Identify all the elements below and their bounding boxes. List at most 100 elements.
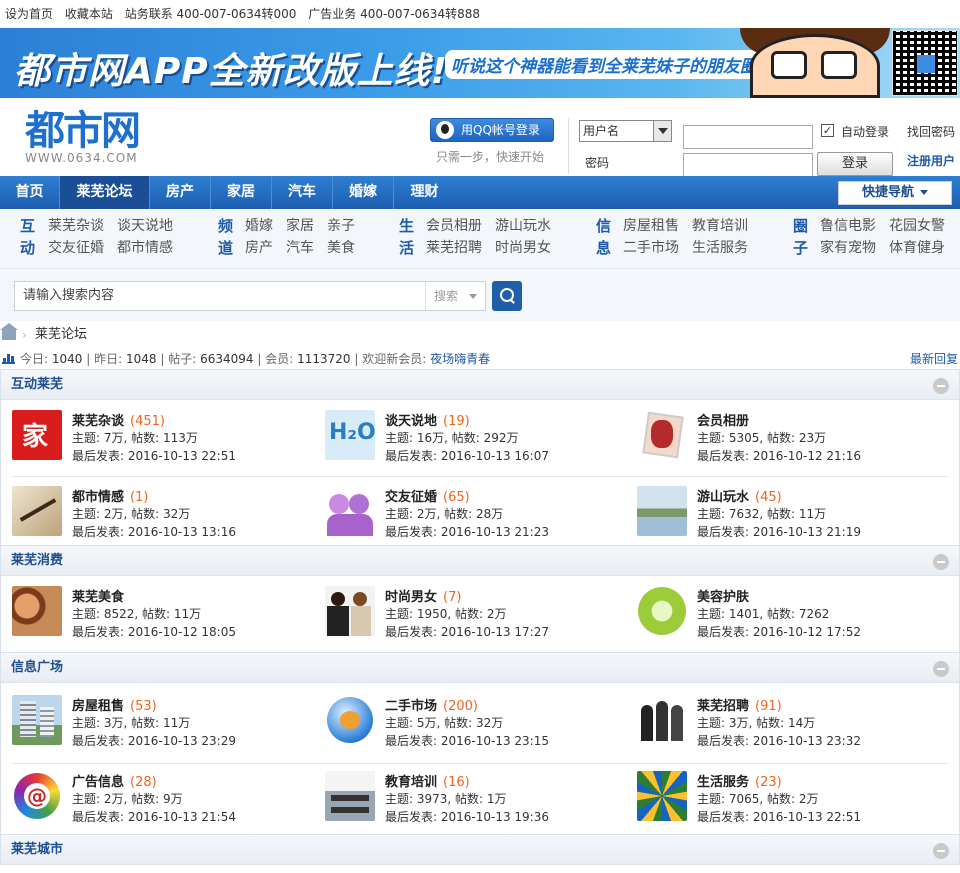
link-item[interactable]: 汽车	[286, 237, 314, 257]
forum-last-post: 最后发表: 2016-10-13 16:07	[385, 449, 549, 463]
password-input[interactable]	[683, 153, 813, 177]
link-item[interactable]: 交友征婚	[48, 237, 104, 257]
forum-item[interactable]: 美容护肤 主题: 1401, 帖数: 7262 最后发表: 2016-10-12…	[637, 586, 947, 648]
collapse-icon[interactable]	[933, 554, 949, 570]
new-member-link[interactable]: 夜场嗨青春	[430, 352, 490, 366]
link-item[interactable]: 亲子	[327, 215, 355, 235]
forum-item[interactable]: 交友征婚 (65) 主题: 2万, 帖数: 28万 最后发表: 2016-10-1…	[325, 486, 635, 548]
ad-contact-link[interactable]: 广告业务 400-007-0634转888	[308, 7, 480, 21]
link-item[interactable]: 婚嫁	[245, 215, 273, 235]
forum-item[interactable]: H₂O 谈天说地 (19) 主题: 16万, 帖数: 292万 最后发表: 201…	[325, 410, 635, 472]
forum-name[interactable]: 交友征婚 (65)	[385, 486, 470, 505]
link-item[interactable]: 家居	[286, 215, 314, 235]
link-item[interactable]: 二手市场	[623, 237, 679, 257]
link-item[interactable]: 谈天说地	[117, 215, 173, 235]
forum-item[interactable]: 莱芜美食 主题: 8522, 帖数: 11万 最后发表: 2016-10-12 …	[12, 586, 322, 648]
forum-stats: 主题: 3万, 帖数: 11万	[72, 716, 191, 730]
qr-code-icon	[892, 30, 958, 96]
forum-item[interactable]: 家 莱芜杂谈 (451) 主题: 7万, 帖数: 113万 最后发表: 2016-…	[12, 410, 322, 472]
forum-item[interactable]: 会员相册 主题: 5305, 帖数: 23万 最后发表: 2016-10-12 …	[637, 410, 947, 472]
forum-name[interactable]: 时尚男女 (7)	[385, 586, 461, 605]
forum-name[interactable]: 游山玩水 (45)	[697, 486, 782, 505]
link-item[interactable]: 体育健身	[889, 237, 945, 257]
link-item[interactable]: 鲁信电影	[820, 215, 876, 235]
link-item[interactable]: 花园女警	[889, 215, 945, 235]
link-item[interactable]: 会员相册	[426, 215, 482, 235]
collapse-icon[interactable]	[933, 843, 949, 859]
stats-today: 1040	[51, 352, 83, 366]
forum-item[interactable]: @ 广告信息 (28) 主题: 2万, 帖数: 9万 最后发表: 2016-10-…	[12, 771, 322, 833]
forum-name[interactable]: 莱芜美食	[72, 586, 130, 605]
collapse-icon[interactable]	[933, 661, 949, 677]
forum-name[interactable]: 都市情感 (1)	[72, 486, 148, 505]
quick-nav-dropdown[interactable]: 快捷导航	[838, 181, 952, 205]
home-icon[interactable]	[0, 323, 18, 340]
search-input[interactable]: 请输入搜索内容 搜索	[14, 281, 486, 311]
site-logo[interactable]: 都市网 WWW.0634.COM	[25, 110, 141, 164]
qq-login-button[interactable]: 用QQ帐号登录	[430, 118, 554, 142]
forum-last-post: 最后发表: 2016-10-12 17:52	[697, 625, 861, 639]
register-link[interactable]: 注册用户	[907, 152, 955, 169]
forum-item[interactable]: 都市情感 (1) 主题: 2万, 帖数: 32万 最后发表: 2016-10-13…	[12, 486, 322, 548]
collapse-icon[interactable]	[933, 378, 949, 394]
nav-realestate[interactable]: 房产	[150, 176, 211, 209]
nav-home-furnishing[interactable]: 家居	[211, 176, 272, 209]
forgot-password-link[interactable]: 找回密码	[907, 123, 955, 140]
login-button[interactable]: 登录	[817, 152, 893, 176]
link-item[interactable]: 家有宠物	[820, 237, 876, 257]
link-item[interactable]: 时尚男女	[495, 237, 551, 257]
forum-stats: 主题: 5万, 帖数: 32万	[385, 716, 504, 730]
link-item[interactable]: 房屋租售	[623, 215, 679, 235]
forum-name[interactable]: 二手市场 (200)	[385, 695, 478, 714]
forum-item[interactable]: 时尚男女 (7) 主题: 1950, 帖数: 2万 最后发表: 2016-10-1…	[325, 586, 635, 648]
forum-item[interactable]: 教育培训 (16) 主题: 3973, 帖数: 1万 最后发表: 2016-10-…	[325, 771, 635, 833]
link-item[interactable]: 生活服务	[692, 237, 748, 257]
forum-item[interactable]: 房屋租售 (53) 主题: 3万, 帖数: 11万 最后发表: 2016-10-1…	[12, 695, 322, 757]
forum-name[interactable]: 莱芜招聘 (91)	[697, 695, 782, 714]
bookmark-link[interactable]: 收藏本站	[65, 7, 113, 21]
link-item[interactable]: 莱芜杂谈	[48, 215, 104, 235]
username-input[interactable]	[683, 125, 813, 149]
forum-name[interactable]: 生活服务 (23)	[697, 771, 782, 790]
link-item[interactable]: 莱芜招聘	[426, 237, 482, 257]
at-sign-icon: @	[12, 771, 62, 821]
nav-laiwu-forum[interactable]: 莱芜论坛	[60, 176, 150, 209]
forum-name[interactable]: 会员相册	[697, 410, 755, 429]
link-item[interactable]: 美食	[327, 237, 355, 257]
nav-wedding[interactable]: 婚嫁	[333, 176, 394, 209]
category-title[interactable]: 信息广场	[1, 653, 959, 683]
link-item[interactable]: 游山玩水	[495, 215, 551, 235]
forum-last-post: 最后发表: 2016-10-13 23:32	[697, 734, 861, 748]
forum-name[interactable]: 广告信息 (28)	[72, 771, 157, 790]
link-item[interactable]: 房产	[245, 237, 273, 257]
forum-name[interactable]: 谈天说地 (19)	[385, 410, 470, 429]
forum-stats: 今日: 1040 | 昨日: 1048 | 帖子: 6634094 | 会员: …	[0, 349, 960, 369]
set-homepage-link[interactable]: 设为首页	[5, 7, 53, 21]
search-type-select[interactable]: 搜索	[425, 282, 487, 310]
forum-name[interactable]: 莱芜杂谈 (451)	[72, 410, 165, 429]
search-icon[interactable]	[492, 281, 522, 311]
forum-item[interactable]: 二手市场 (200) 主题: 5万, 帖数: 32万 最后发表: 2016-10-…	[325, 695, 635, 757]
login-type-select[interactable]: 用户名	[579, 120, 672, 142]
photo-album-icon	[637, 410, 687, 460]
forum-item[interactable]: 莱芜招聘 (91) 主题: 3万, 帖数: 14万 最后发表: 2016-10-1…	[637, 695, 947, 757]
auto-login-checkbox[interactable]: ✓	[821, 124, 834, 137]
nav-auto[interactable]: 汽车	[272, 176, 333, 209]
link-item[interactable]: 都市情感	[117, 237, 173, 257]
forum-name[interactable]: 房屋租售 (53)	[72, 695, 157, 714]
breadcrumb-current[interactable]: 莱芜论坛	[35, 321, 87, 349]
forum-name[interactable]: 美容护肤	[697, 586, 755, 605]
contact-link[interactable]: 站务联系 400-007-0634转000	[125, 7, 297, 21]
stats-yesterday: 1048	[125, 352, 157, 366]
nav-finance[interactable]: 理财	[394, 176, 455, 209]
forum-item[interactable]: 游山玩水 (45) 主题: 7632, 帖数: 11万 最后发表: 2016-10…	[637, 486, 947, 548]
forum-name[interactable]: 教育培训 (16)	[385, 771, 470, 790]
latest-replies-link[interactable]: 最新回复	[910, 349, 958, 369]
nav-home[interactable]: 首页	[0, 176, 60, 209]
link-item[interactable]: 教育培训	[692, 215, 748, 235]
forum-item[interactable]: 生活服务 (23) 主题: 7065, 帖数: 2万 最后发表: 2016-10-…	[637, 771, 947, 833]
category-title[interactable]: 莱芜城市	[1, 835, 959, 865]
category-title[interactable]: 莱芜消费	[1, 546, 959, 576]
app-banner[interactable]: 都市网APP全新改版上线! 听说这个神器能看到全莱芜妹子的朋友圈	[0, 28, 960, 98]
category-title[interactable]: 互动莱芜	[1, 370, 959, 400]
